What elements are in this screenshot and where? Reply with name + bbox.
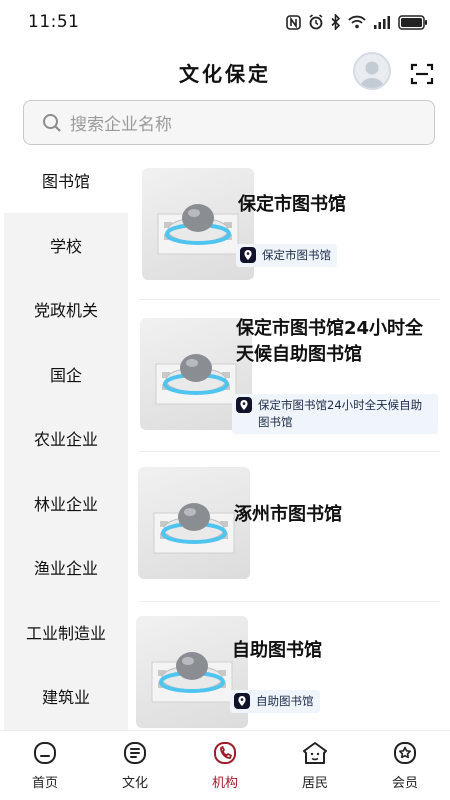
sidebar-item-forestry[interactable]: 林业企业 — [4, 471, 128, 536]
location-tag: 保定市图书馆 — [236, 244, 337, 267]
institution-list: 保定市图书馆 保定市图书馆 保定市图书馆24小时全天候自助图书馆 保定市图书馆2… — [128, 150, 450, 730]
location-pin-icon — [236, 397, 252, 413]
signal-icon — [374, 16, 390, 29]
tab-culture[interactable]: 文化 — [90, 731, 180, 800]
location-text: 自助图书馆 — [256, 694, 314, 708]
location-pin-icon — [234, 693, 250, 709]
member-icon — [394, 742, 416, 764]
tab-label: 会员 — [391, 776, 418, 791]
tab-label: 机构 — [211, 776, 238, 791]
tab-label: 居民 — [301, 776, 328, 791]
sidebar-item-construction[interactable]: 建筑业 — [4, 664, 128, 729]
tab-resident[interactable]: 居民 — [270, 731, 360, 800]
sidebar-item-government[interactable]: 党政机关 — [4, 277, 128, 342]
divider — [138, 299, 440, 300]
status-icons — [286, 14, 428, 30]
location-pin-icon — [240, 247, 256, 263]
item-title: 涿州市图书馆 — [234, 504, 342, 525]
search-input[interactable]: 搜索企业名称 — [23, 100, 435, 145]
tab-member[interactable]: 会员 — [360, 731, 450, 800]
sidebar-item-state-owned[interactable]: 国企 — [4, 342, 128, 407]
sidebar-item-agriculture[interactable]: 农业企业 — [4, 406, 128, 471]
avatar[interactable] — [353, 52, 391, 90]
tab-home[interactable]: 首页 — [0, 731, 90, 800]
status-bar: 11:51 — [0, 0, 450, 44]
sidebar-item-manufacturing[interactable]: 工业制造业 — [4, 600, 128, 665]
list-item[interactable]: 涿州市图书馆 — [128, 452, 450, 602]
battery-icon — [398, 14, 427, 30]
scan-icon[interactable] — [410, 62, 434, 86]
resident-icon — [303, 742, 327, 764]
wifi-icon — [348, 15, 366, 29]
bluetooth-icon — [331, 14, 341, 30]
institution-icon — [214, 742, 236, 764]
bottom-tab-bar: 首页 文化 机构 居民 会员 — [0, 730, 450, 800]
location-text: 保定市图书馆24小时全天候自助图书馆 — [258, 398, 423, 429]
location-text: 保定市图书馆 — [262, 248, 331, 262]
nfc-icon — [286, 14, 301, 30]
location-tag: 保定市图书馆24小时全天候自助图书馆 — [232, 394, 438, 434]
item-title: 保定市图书馆24小时全天候自助图书馆 — [236, 318, 424, 365]
item-title: 保定市图书馆 — [238, 194, 346, 215]
category-sidebar: 图书馆 学校 党政机关 国企 农业企业 林业企业 渔业企业 工业制造业 建筑业 — [4, 148, 128, 730]
search-icon — [43, 113, 61, 132]
list-item[interactable]: 保定市图书馆24小时全天候自助图书馆 保定市图书馆24小时全天候自助图书馆 — [128, 302, 450, 452]
tab-label: 文化 — [121, 776, 148, 791]
location-tag: 自助图书馆 — [230, 690, 320, 713]
sidebar-item-school[interactable]: 学校 — [4, 213, 128, 278]
search-placeholder: 搜索企业名称 — [70, 115, 172, 135]
alarm-icon — [309, 14, 323, 30]
item-title: 自助图书馆 — [232, 640, 322, 661]
list-item[interactable]: 自助图书馆 自助图书馆 — [128, 602, 450, 730]
sidebar-item-fishery[interactable]: 渔业企业 — [4, 535, 128, 600]
culture-icon — [124, 742, 146, 764]
header: 文化保定 — [0, 48, 450, 100]
user-avatar-icon — [360, 61, 384, 88]
home-icon — [34, 742, 56, 764]
status-time: 11:51 — [28, 12, 80, 32]
tab-label: 首页 — [31, 776, 58, 791]
sidebar-item-library[interactable]: 图书馆 — [4, 148, 128, 213]
list-item[interactable]: 保定市图书馆 保定市图书馆 — [128, 150, 450, 300]
tab-institution[interactable]: 机构 — [180, 731, 270, 800]
